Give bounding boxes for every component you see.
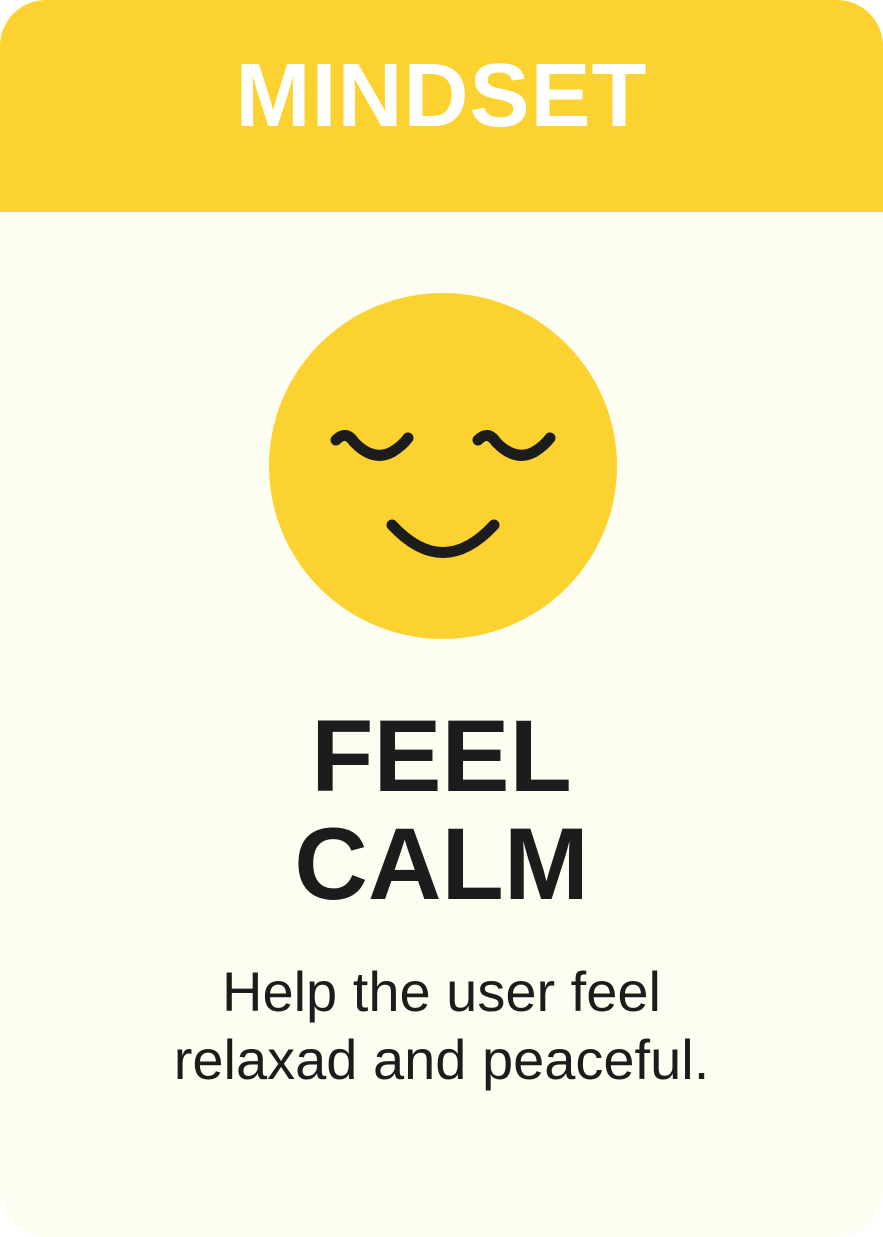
calm-smiley-face-icon	[269, 293, 617, 639]
category-label: MINDSET	[235, 45, 648, 146]
card-description: Help the user feel relaxad and peaceful.	[0, 958, 883, 1094]
card-description-line-1: Help the user feel	[222, 960, 661, 1023]
face-circle	[269, 293, 617, 639]
card-header: MINDSET	[0, 0, 883, 212]
card-title: FEEL CALM	[0, 702, 883, 918]
card-description-line-2: relaxad and peaceful.	[173, 1028, 710, 1091]
card-title-line-2: CALM	[294, 807, 589, 921]
mindset-card: MINDSET FEEL CALM Help the user feel rel…	[0, 0, 883, 1237]
card-title-line-1: FEEL	[311, 699, 572, 813]
